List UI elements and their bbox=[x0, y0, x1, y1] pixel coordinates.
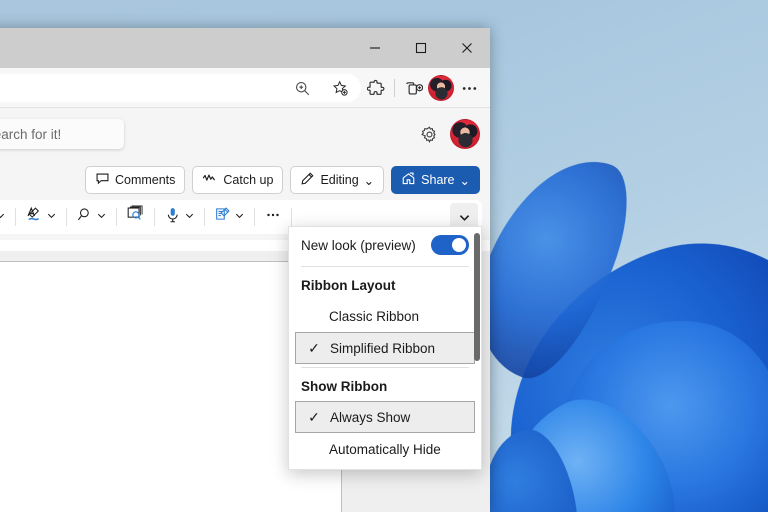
window-titlebar bbox=[0, 28, 490, 68]
ribbon-item-find[interactable] bbox=[72, 203, 111, 231]
chevron-down-icon bbox=[46, 208, 57, 226]
settings-and-more-icon[interactable] bbox=[454, 73, 484, 103]
comments-label: Comments bbox=[114, 173, 176, 187]
search-input[interactable]: g? Search for it! bbox=[0, 119, 124, 149]
profile-avatar[interactable] bbox=[428, 75, 454, 101]
maximize-button[interactable] bbox=[398, 28, 444, 68]
simplified-ribbon-label: Simplified Ribbon bbox=[330, 340, 436, 356]
chevron-down-icon bbox=[96, 208, 107, 226]
chevron-down-icon bbox=[184, 208, 195, 226]
immersive-reader-icon bbox=[126, 205, 145, 229]
ribbon-divider bbox=[15, 208, 16, 226]
ribbon-item-paragraph[interactable] bbox=[0, 203, 10, 231]
ribbon-item-styles[interactable] bbox=[21, 203, 61, 231]
catch-up-label: Catch up bbox=[223, 173, 274, 187]
menu-option-automatically-hide[interactable]: Automatically Hide bbox=[295, 433, 475, 465]
minimize-button[interactable] bbox=[352, 28, 398, 68]
new-look-label: New look (preview) bbox=[301, 237, 416, 253]
ribbon-divider bbox=[254, 208, 255, 226]
ribbon-divider bbox=[154, 208, 155, 226]
account-avatar[interactable] bbox=[450, 119, 480, 149]
ribbon-item-immersive-reader[interactable] bbox=[122, 203, 149, 231]
editing-label: Editing bbox=[320, 173, 359, 187]
close-button[interactable] bbox=[444, 28, 490, 68]
always-show-label: Always Show bbox=[330, 409, 411, 425]
share-label: Share bbox=[421, 173, 455, 187]
ribbon-divider bbox=[66, 208, 67, 226]
menu-option-simplified-ribbon[interactable]: ✓ Simplified Ribbon bbox=[295, 332, 475, 364]
browser-toolbar bbox=[0, 68, 490, 108]
new-look-toggle-row[interactable]: New look (preview) bbox=[289, 227, 481, 263]
command-bar: Comments Catch up Editing ⌄ Share ⌄ bbox=[0, 160, 490, 200]
more-commands-icon bbox=[264, 206, 282, 229]
editing-button[interactable]: Editing ⌄ bbox=[290, 166, 385, 194]
ribbon-display-options-menu: New look (preview) Ribbon Layout Classic… bbox=[288, 226, 482, 470]
address-bar[interactable] bbox=[0, 74, 361, 102]
chevron-down-icon bbox=[0, 208, 6, 226]
catch-up-icon bbox=[202, 171, 218, 189]
ribbon-layout-header: Ribbon Layout bbox=[301, 277, 396, 293]
automatically-hide-label: Automatically Hide bbox=[329, 441, 441, 457]
comment-icon bbox=[95, 171, 110, 189]
gear-icon[interactable] bbox=[418, 123, 440, 145]
styles-icon bbox=[25, 205, 44, 229]
classic-ribbon-label: Classic Ribbon bbox=[329, 308, 420, 324]
zoom-icon[interactable] bbox=[287, 73, 317, 103]
chevron-down-icon: ⌄ bbox=[459, 173, 470, 188]
editor-icon bbox=[214, 206, 232, 229]
menu-option-classic-ribbon[interactable]: Classic Ribbon bbox=[295, 300, 475, 332]
menu-option-always-show[interactable]: ✓ Always Show bbox=[295, 401, 475, 433]
menu-divider bbox=[301, 367, 469, 368]
check-icon: ✓ bbox=[308, 339, 320, 356]
toggle-knob bbox=[452, 238, 466, 252]
show-ribbon-header: Show Ribbon bbox=[301, 378, 388, 394]
share-icon bbox=[401, 171, 416, 189]
office-header: g? Search for it! bbox=[0, 108, 490, 160]
chevron-down-icon bbox=[234, 208, 245, 226]
pencil-icon bbox=[300, 171, 315, 189]
ribbon-item-dictate[interactable] bbox=[160, 203, 199, 231]
chevron-down-icon: ⌄ bbox=[363, 173, 375, 188]
share-button[interactable]: Share ⌄ bbox=[391, 166, 480, 194]
find-icon bbox=[76, 206, 94, 229]
office-header-actions bbox=[418, 119, 480, 149]
add-favorite-icon[interactable] bbox=[325, 73, 355, 103]
dictate-icon bbox=[164, 206, 182, 229]
menu-divider bbox=[301, 266, 469, 267]
search-input-value: g? Search for it! bbox=[0, 126, 62, 142]
ribbon-divider bbox=[291, 208, 292, 226]
split-screen-icon[interactable] bbox=[398, 73, 428, 103]
extensions-icon[interactable] bbox=[361, 73, 391, 103]
ribbon-item-more-commands[interactable] bbox=[260, 203, 286, 231]
ribbon-divider bbox=[116, 208, 117, 226]
comments-button[interactable]: Comments bbox=[84, 166, 186, 194]
toolbar-divider bbox=[394, 79, 395, 97]
vertical-scrollbar[interactable] bbox=[474, 233, 480, 361]
new-look-toggle[interactable] bbox=[431, 235, 469, 255]
catch-up-button[interactable]: Catch up bbox=[192, 166, 284, 194]
ribbon-divider bbox=[204, 208, 205, 226]
ribbon-item-editor[interactable] bbox=[210, 203, 249, 231]
check-icon: ✓ bbox=[308, 408, 320, 425]
